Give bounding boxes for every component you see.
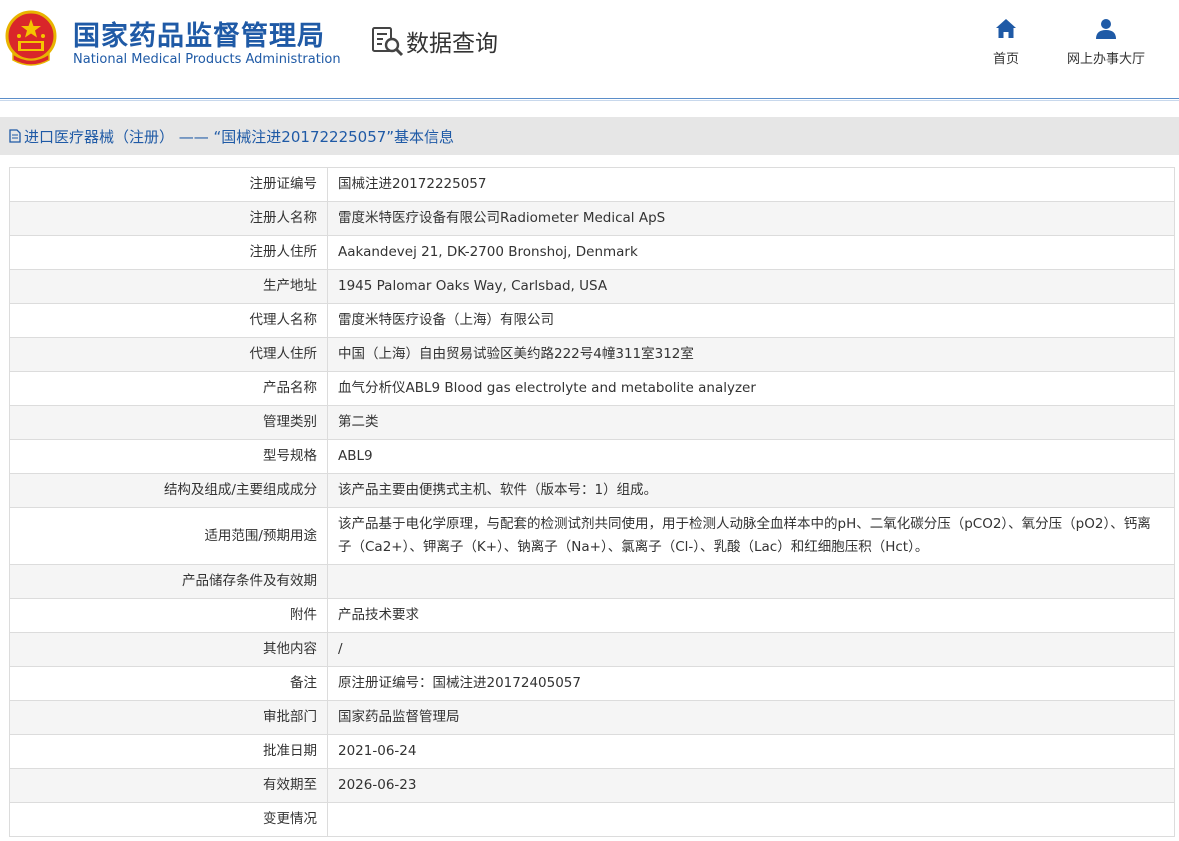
data-query-label: 数据查询 — [406, 31, 498, 57]
table-row: 产品储存条件及有效期 — [9, 564, 1175, 599]
document-icon — [9, 129, 21, 143]
national-emblem-icon — [5, 10, 57, 66]
table-row: 代理人住所 中国（上海）自由贸易试验区美约路222号4幢311室312室 — [9, 337, 1175, 372]
field-value — [327, 802, 1175, 837]
field-value: 产品技术要求 — [327, 598, 1175, 633]
field-label: 审批部门 — [9, 700, 328, 735]
header-divider — [0, 98, 1179, 99]
field-label: 注册证编号 — [9, 167, 328, 202]
field-value: Aakandevej 21, DK-2700 Bronshoj, Denmark — [327, 235, 1175, 270]
field-label: 型号规格 — [9, 439, 328, 474]
table-row: 批准日期 2021-06-24 — [9, 734, 1175, 769]
nav-service-hall[interactable]: 网上办事大厅 — [1067, 18, 1145, 67]
field-value: / — [327, 632, 1175, 667]
field-label: 其他内容 — [9, 632, 328, 667]
field-label: 代理人住所 — [9, 337, 328, 372]
table-row: 生产地址 1945 Palomar Oaks Way, Carlsbad, USA — [9, 269, 1175, 304]
nav-service-hall-label: 网上办事大厅 — [1067, 52, 1146, 67]
home-icon — [996, 19, 1016, 38]
table-row: 备注 原注册证编号：国械注进20172405057 — [9, 666, 1175, 701]
table-row: 型号规格 ABL9 — [9, 439, 1175, 474]
section-title-bar: 进口医疗器械（注册） —— “国械注进20172225057”基本信息 — [0, 117, 1179, 155]
table-row: 注册证编号 国械注进20172225057 — [9, 167, 1175, 202]
table-row: 适用范围/预期用途 该产品基于电化学原理，与配套的检测试剂共同使用，用于检测人动脉… — [9, 507, 1175, 565]
table-row: 有效期至 2026-06-23 — [9, 768, 1175, 803]
field-value: 该产品基于电化学原理，与配套的检测试剂共同使用，用于检测人动脉全血样本中的pH、… — [327, 507, 1175, 565]
field-value: 血气分析仪ABL9 Blood gas electrolyte and meta… — [327, 371, 1175, 406]
nav-home[interactable]: 首页 — [993, 18, 1019, 67]
field-label: 批准日期 — [9, 734, 328, 769]
table-row: 代理人名称 雷度米特医疗设备（上海）有限公司 — [9, 303, 1175, 338]
field-value: ABL9 — [327, 439, 1175, 474]
field-value: 中国（上海）自由贸易试验区美约路222号4幢311室312室 — [327, 337, 1175, 372]
field-value: 2026-06-23 — [327, 768, 1175, 803]
document-search-icon — [372, 26, 404, 56]
field-label: 产品名称 — [9, 371, 328, 406]
table-row: 注册人名称 雷度米特医疗设备有限公司Radiometer Medical ApS — [9, 201, 1175, 236]
table-row: 结构及组成/主要组成成分 该产品主要由便携式主机、软件（版本号：1）组成。 — [9, 473, 1175, 508]
site-header: 国家药品监督管理局 National Medical Products Admi… — [0, 0, 1179, 98]
field-value: 原注册证编号：国械注进20172405057 — [327, 666, 1175, 701]
field-value: 雷度米特医疗设备（上海）有限公司 — [327, 303, 1175, 338]
field-label: 管理类别 — [9, 405, 328, 440]
field-label: 结构及组成/主要组成成分 — [9, 473, 328, 508]
user-icon — [1096, 19, 1116, 39]
field-label: 有效期至 — [9, 768, 328, 803]
field-label: 代理人名称 — [9, 303, 328, 338]
nav-home-label: 首页 — [993, 52, 1020, 67]
table-row: 管理类别 第二类 — [9, 405, 1175, 440]
field-value: 该产品主要由便携式主机、软件（版本号：1）组成。 — [327, 473, 1175, 508]
site-title-en: National Medical Products Administration — [73, 52, 341, 67]
table-row: 注册人住所 Aakandevej 21, DK-2700 Bronshoj, De… — [9, 235, 1175, 270]
field-label: 注册人住所 — [9, 235, 328, 270]
field-label: 产品储存条件及有效期 — [9, 564, 328, 599]
site-title-cn: 国家药品监督管理局 — [73, 21, 325, 52]
section-title: 进口医疗器械（注册） —— “国械注进20172225057”基本信息 — [24, 127, 455, 146]
field-value: 2021-06-24 — [327, 734, 1175, 769]
field-value: 1945 Palomar Oaks Way, Carlsbad, USA — [327, 269, 1175, 304]
table-row: 其他内容 / — [9, 632, 1175, 667]
field-label: 附件 — [9, 598, 328, 633]
table-row: 产品名称 血气分析仪ABL9 Blood gas electrolyte and … — [9, 371, 1175, 406]
header-divider-light — [0, 100, 1179, 101]
field-label: 备注 — [9, 666, 328, 701]
field-value — [327, 564, 1175, 599]
field-label: 注册人名称 — [9, 201, 328, 236]
field-value: 第二类 — [327, 405, 1175, 440]
field-value: 国械注进20172225057 — [327, 167, 1175, 202]
device-info-table: 注册证编号 国械注进20172225057 注册人名称 雷度米特医疗设备有限公司Rad… — [9, 167, 1175, 837]
field-value: 国家药品监督管理局 — [327, 700, 1175, 735]
field-label: 适用范围/预期用途 — [9, 507, 328, 565]
field-value: 雷度米特医疗设备有限公司Radiometer Medical ApS — [327, 201, 1175, 236]
field-label: 生产地址 — [9, 269, 328, 304]
table-row: 变更情况 — [9, 802, 1175, 837]
data-query-title: 数据查询 — [371, 24, 498, 58]
table-row: 附件 产品技术要求 — [9, 598, 1175, 633]
table-row: 审批部门 国家药品监督管理局 — [9, 700, 1175, 735]
field-label: 变更情况 — [9, 802, 328, 837]
